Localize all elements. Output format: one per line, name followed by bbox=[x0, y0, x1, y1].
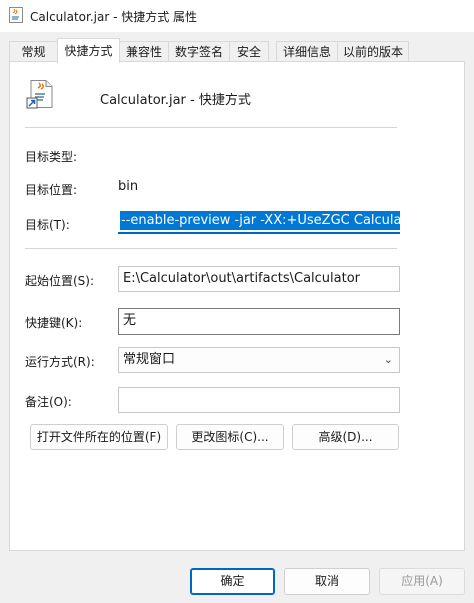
window-title: Calculator.jar - 快捷方式 属性 bbox=[30, 10, 198, 24]
tab-compatibility[interactable]: 兼容性 bbox=[119, 41, 169, 62]
tab-security[interactable]: 安全 bbox=[229, 41, 269, 62]
target-location-label: 目标位置: bbox=[25, 183, 78, 197]
shortcut-file-name: Calculator.jar - 快捷方式 bbox=[100, 93, 251, 108]
run-mode-value: 常规窗口 bbox=[123, 352, 176, 367]
target-input[interactable]: --enable-preview -jar -XX:+UseZGC Calcul… bbox=[118, 208, 400, 234]
divider bbox=[25, 127, 397, 128]
shortcut-arrow-icon bbox=[26, 97, 38, 109]
tab-details[interactable]: 详细信息 bbox=[276, 41, 338, 62]
run-mode-select[interactable]: 常规窗口 ⌄ bbox=[118, 347, 400, 373]
tab-bar: 常规 快捷方式 兼容性 数字签名 安全 详细信息 以前的版本 bbox=[0, 38, 474, 63]
cancel-button[interactable]: 取消 bbox=[284, 568, 370, 595]
java-shortcut-icon bbox=[26, 80, 53, 109]
ok-button[interactable]: 确定 bbox=[190, 568, 275, 595]
comment-label: 备注(O): bbox=[25, 395, 72, 409]
shortcut-panel bbox=[9, 61, 465, 551]
target-type-label: 目标类型: bbox=[25, 150, 78, 164]
run-label: 运行方式(R): bbox=[25, 355, 95, 369]
divider bbox=[25, 248, 397, 249]
java-app-icon bbox=[9, 7, 23, 23]
change-icon-button[interactable]: 更改图标(C)... bbox=[176, 424, 284, 450]
tab-previous-versions[interactable]: 以前的版本 bbox=[337, 41, 409, 62]
comment-input[interactable] bbox=[118, 387, 400, 413]
hotkey-input[interactable]: 无 bbox=[118, 308, 400, 335]
apply-button[interactable]: 应用(A) bbox=[379, 568, 465, 595]
start-in-input[interactable]: E:\Calculator\out\artifacts\Calculator bbox=[118, 266, 400, 292]
advanced-button[interactable]: 高级(D)... bbox=[292, 424, 399, 450]
tab-general[interactable]: 常规 bbox=[9, 41, 58, 62]
start-in-label: 起始位置(S): bbox=[25, 274, 95, 288]
title-bar: Calculator.jar - 快捷方式 属性 bbox=[0, 0, 474, 32]
tab-digital-signatures[interactable]: 数字签名 bbox=[168, 41, 230, 62]
chevron-down-icon: ⌄ bbox=[383, 353, 393, 366]
target-label: 目标(T): bbox=[25, 218, 70, 232]
tab-shortcut[interactable]: 快捷方式 bbox=[57, 38, 120, 63]
open-file-location-button[interactable]: 打开文件所在的位置(F) bbox=[30, 424, 168, 450]
target-input-selection: --enable-preview -jar -XX:+UseZGC Calcul… bbox=[120, 211, 400, 230]
hotkey-label: 快捷键(K): bbox=[25, 316, 83, 330]
target-location-value: bin bbox=[118, 179, 139, 194]
